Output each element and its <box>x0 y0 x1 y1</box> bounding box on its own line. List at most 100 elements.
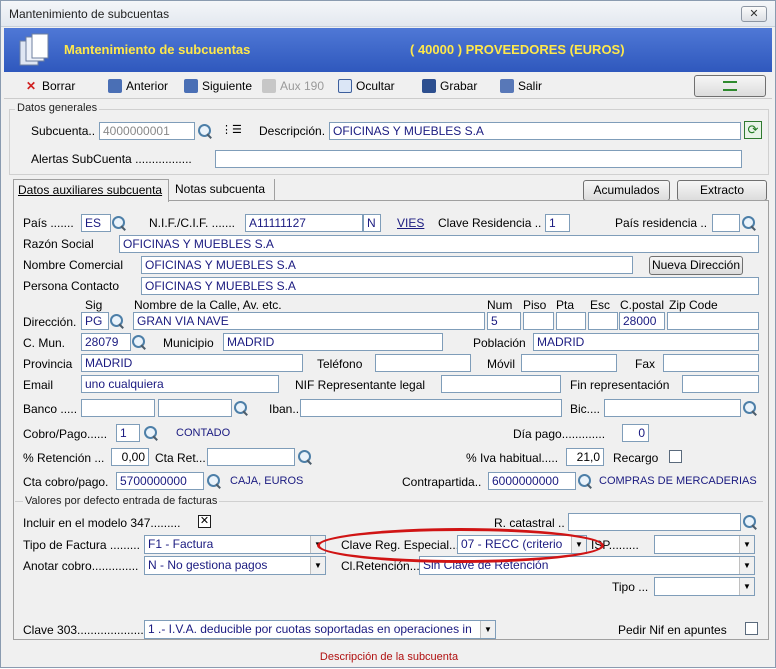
tree-button[interactable] <box>694 75 766 97</box>
persona-contacto-input[interactable]: OFICINAS Y MUEBLES S.A <box>141 277 759 295</box>
pedir-nif-checkbox[interactable] <box>745 622 758 635</box>
cta-ret-search-icon[interactable] <box>297 449 313 465</box>
pais-residencia-input[interactable] <box>712 214 740 232</box>
num-header: Num <box>487 298 513 312</box>
next-icon <box>184 79 198 93</box>
poblacion-input[interactable]: MADRID <box>533 333 759 351</box>
subcuenta-input[interactable]: 4000000001 <box>99 122 195 140</box>
ocultar-button[interactable]: Ocultar <box>338 77 395 95</box>
nif-type-input[interactable]: N <box>363 214 381 232</box>
telefono-input[interactable] <box>375 354 471 372</box>
cp-input[interactable]: 28000 <box>619 312 665 330</box>
bic-search-icon[interactable] <box>742 400 758 416</box>
anterior-button[interactable]: Anterior <box>108 77 168 95</box>
nif-representante-input[interactable] <box>441 375 561 393</box>
sig-header: Sig <box>85 298 103 312</box>
subcuenta-search-icon[interactable] <box>197 123 213 139</box>
calle-input[interactable]: GRAN VIA NAVE <box>133 312 485 330</box>
retencion-input[interactable]: 0,00 <box>111 448 149 466</box>
movil-input[interactable] <box>521 354 617 372</box>
pais-label: País ....... <box>23 216 74 230</box>
piso-input[interactable] <box>523 312 554 330</box>
window-title: Mantenimiento de subcuentas <box>9 7 170 21</box>
grabar-button[interactable]: Grabar <box>422 77 477 95</box>
siguiente-button[interactable]: Siguiente <box>184 77 252 95</box>
zip-input[interactable] <box>667 312 759 330</box>
contrapartida-input[interactable]: 6000000000 <box>488 472 576 490</box>
contrapartida-search-icon[interactable] <box>577 473 593 489</box>
acumulados-button[interactable]: Acumulados <box>583 180 670 201</box>
extracto-button[interactable]: Extracto <box>677 180 767 201</box>
sig-search-icon[interactable] <box>109 313 125 329</box>
filter-icon[interactable]: ⋮☰ <box>221 123 242 136</box>
anotar-cobro-select[interactable]: N - No gestiona pagos ▼ <box>144 556 326 575</box>
pais-input[interactable]: ES <box>81 214 111 232</box>
banco-input-2[interactable] <box>158 399 232 417</box>
iva-habitual-input[interactable]: 21,0 <box>566 448 604 466</box>
chevron-down-icon: ▼ <box>310 557 325 574</box>
pais-residencia-search-icon[interactable] <box>741 215 757 231</box>
anterior-label: Anterior <box>126 79 169 93</box>
cmun-search-icon[interactable] <box>131 334 147 350</box>
vies-link[interactable]: VIES <box>397 216 424 230</box>
razon-input[interactable]: OFICINAS Y MUEBLES S.A <box>119 235 759 253</box>
cta-cobro-search-icon[interactable] <box>206 473 222 489</box>
chevron-down-icon: ▼ <box>739 536 754 553</box>
nif-input[interactable]: A11111127 <box>245 214 363 232</box>
ref-catastral-input[interactable] <box>568 513 741 531</box>
dia-pago-input[interactable]: 0 <box>622 424 649 442</box>
cmun-input[interactable]: 28079 <box>81 333 131 351</box>
salir-label: Salir <box>518 79 543 93</box>
fin-representacion-input[interactable] <box>682 375 759 393</box>
cobro-input[interactable]: 1 <box>116 424 140 442</box>
esc-input[interactable] <box>588 312 618 330</box>
municipio-input[interactable]: MADRID <box>223 333 443 351</box>
documents-icon <box>19 33 49 66</box>
tipo-select[interactable]: ▼ <box>654 577 755 596</box>
cobro-label: Cobro/Pago...... <box>23 427 108 441</box>
cta-cobro-input[interactable]: 5700000000 <box>116 472 204 490</box>
isp-select[interactable]: ▼ <box>654 535 755 554</box>
nombre-comercial-input[interactable]: OFICINAS Y MUEBLES S.A <box>141 256 633 274</box>
borrar-button[interactable]: ✕ Borrar <box>24 77 75 95</box>
num-input[interactable]: 5 <box>487 312 521 330</box>
iban-input[interactable] <box>300 399 562 417</box>
alertas-input[interactable] <box>215 150 742 168</box>
nueva-direccion-button[interactable]: Nueva Dirección <box>649 256 743 275</box>
salir-button[interactable]: Salir <box>500 77 542 95</box>
close-button[interactable]: ✕ <box>741 6 767 22</box>
provincia-input[interactable]: MADRID <box>81 354 303 372</box>
general-group-label: Datos generales <box>15 102 100 114</box>
incluir-347-checkbox[interactable]: ✕ <box>198 515 211 528</box>
toolbar: ✕ Borrar Anterior Siguiente Aux 190 Ocult… <box>4 73 772 99</box>
cobro-search-icon[interactable] <box>143 425 159 441</box>
recargo-checkbox[interactable] <box>669 450 682 463</box>
fax-input[interactable] <box>663 354 759 372</box>
bic-input[interactable] <box>604 399 741 417</box>
title-bar: Mantenimiento de subcuentas ✕ <box>1 1 775 27</box>
clave-303-select[interactable]: 1 .- I.V.A. deducible por cuotas soporta… <box>144 620 496 639</box>
main-window: Mantenimiento de subcuentas ✕ Mantenimie… <box>0 0 776 668</box>
banner-title: Mantenimiento de subcuentas <box>64 42 251 57</box>
pta-input[interactable] <box>556 312 586 330</box>
aux190-label: Aux 190 <box>280 79 325 93</box>
aux190-button[interactable]: Aux 190 <box>262 77 324 95</box>
sig-input[interactable]: PG <box>81 312 109 330</box>
banco-input-1[interactable] <box>81 399 155 417</box>
refresh-icon[interactable]: ⟳ <box>744 121 762 139</box>
tab-notas[interactable]: Notas subcuenta <box>171 179 275 201</box>
pais-residencia-label: País residencia .. <box>615 216 708 230</box>
tipo-factura-select[interactable]: F1 - Factura ▼ <box>144 535 326 554</box>
ref-catastral-search-icon[interactable] <box>742 514 758 530</box>
clave-residencia-input[interactable]: 1 <box>545 214 570 232</box>
tab-datos-auxiliares[interactable]: Datos auxiliares subcuenta <box>13 179 169 202</box>
descripcion-input[interactable]: OFICINAS Y MUEBLES S.A <box>329 122 741 140</box>
email-input[interactable]: uno cualquiera <box>81 375 279 393</box>
anotar-cobro-value: N - No gestiona pagos <box>148 558 268 572</box>
municipio-label: Municipio <box>163 336 214 350</box>
save-icon <box>422 79 436 93</box>
cta-ret-input[interactable] <box>207 448 295 466</box>
pais-search-icon[interactable] <box>111 215 127 231</box>
aux-icon <box>262 79 276 93</box>
banco-search-icon[interactable] <box>233 400 249 416</box>
